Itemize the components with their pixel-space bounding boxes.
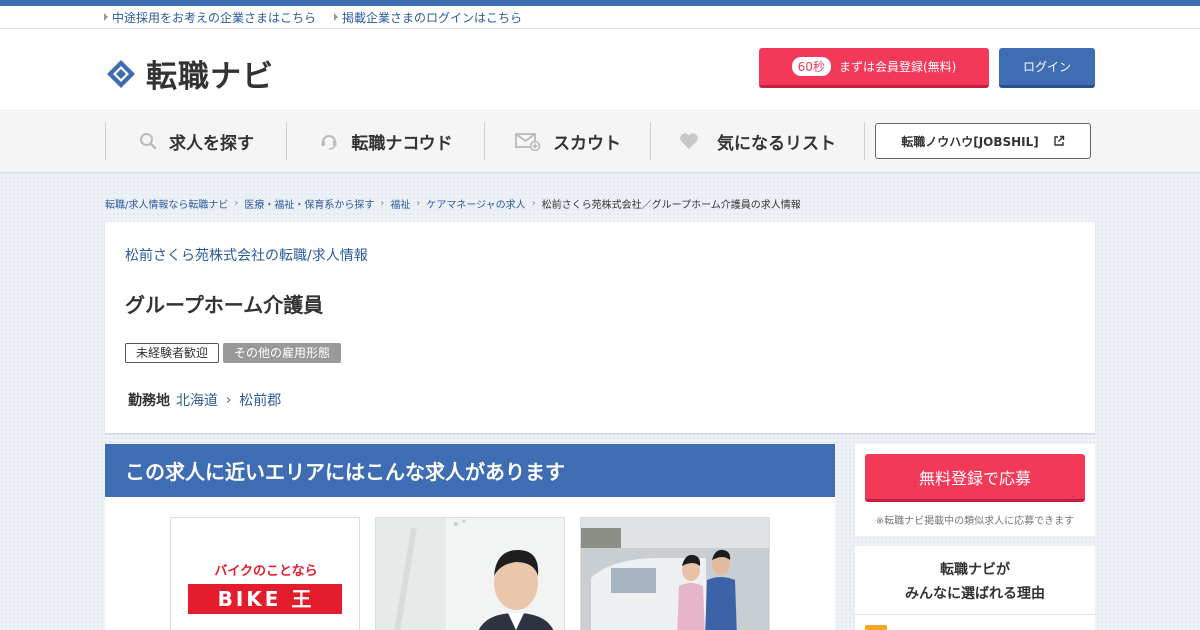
reasons-title: 転職ナビが みんなに選ばれる理由 xyxy=(855,558,1095,606)
site-logo[interactable]: 転職ナビ xyxy=(104,51,274,96)
corporate-recruit-label: 中途採用をお考えの企業さまはこちら xyxy=(112,10,317,25)
thumb1-brand: BIKE 王 xyxy=(218,587,315,611)
nav-favorites-label: 気になるリスト xyxy=(717,133,836,154)
logo-text: 転職ナビ xyxy=(146,59,274,95)
utility-bar: 中途採用をお考えの企業さまはこちら 掲載企業さまのログインはこちら xyxy=(0,6,1200,29)
headset-icon xyxy=(321,135,337,150)
site-header: 転職ナビ 60秒 まずは会員登録(無料) ログイン xyxy=(0,29,1200,109)
nav-scout-label: スカウト xyxy=(553,133,621,154)
login-button[interactable]: ログイン xyxy=(999,48,1095,88)
breadcrumb-item-caremanager[interactable]: ケアマネージャの求人 xyxy=(426,196,525,211)
breadcrumb-item-current: 松前さくら苑株式会社／グループホーム介護員の求人情報 xyxy=(541,200,801,211)
location-city-link[interactable]: 松前郡 xyxy=(239,390,281,410)
corporate-login-label: 掲載企業さまのログインはこちら xyxy=(342,10,523,25)
reasons-divider xyxy=(855,614,1095,615)
corporate-recruit-link[interactable]: 中途採用をお考えの企業さまはこちら xyxy=(104,9,316,26)
tag-employment-type: その他の雇用形態 xyxy=(223,343,342,363)
reasons-title-line2: みんなに選ばれる理由 xyxy=(905,586,1045,602)
job-title: グループホーム介護員 xyxy=(125,293,324,317)
job-summary-card: 松前さくら苑株式会社の転職/求人情報 グループホーム介護員 未経験者歓迎 その他… xyxy=(105,222,1095,433)
jobshil-label: 転職ノウハウ[JOBSHIL] xyxy=(901,134,1039,149)
arrow-right-icon xyxy=(334,13,339,21)
tag-no-experience: 未経験者歓迎 xyxy=(125,343,220,363)
job-tags: 未経験者歓迎 その他の雇用形態 xyxy=(125,343,342,363)
similar-jobs-section: この求人に近いエリアにはこんな求人があります バイクのことなら BIKE 王 xyxy=(105,444,835,630)
apply-note: ※転職ナビ掲載中の類似求人に応募できます xyxy=(875,516,1075,527)
similar-jobs-heading: この求人に近いエリアにはこんな求人があります xyxy=(105,444,835,497)
breadcrumb-separator: › xyxy=(234,198,239,209)
apply-button[interactable]: 無料登録で応募 xyxy=(865,454,1085,502)
nav-divider xyxy=(864,122,865,160)
breadcrumb-separator: › xyxy=(416,198,421,209)
nav-nakoudo-label: 転職ナコウド xyxy=(351,133,453,154)
breadcrumb-item-home[interactable]: 転職/求人情報なら転職ナビ xyxy=(105,196,228,211)
company-link[interactable]: 松前さくら苑株式会社の転職/求人情報 xyxy=(125,245,368,265)
external-link-icon xyxy=(1054,135,1064,146)
apply-panel: 無料登録で応募 ※転職ナビ掲載中の類似求人に応募できます xyxy=(855,444,1095,536)
logo-mark-icon xyxy=(107,59,135,88)
reasons-title-line1: 転職ナビが xyxy=(940,562,1010,578)
mail-plus-icon xyxy=(515,133,541,151)
job-location: 勤務地 北海道 › 松前郡 xyxy=(128,390,281,410)
nav-scout[interactable]: スカウト xyxy=(484,122,651,160)
nav-search-jobs-label: 求人を探す xyxy=(169,133,254,154)
nav-search-jobs[interactable]: 求人を探す xyxy=(105,122,287,160)
breadcrumb: 転職/求人情報なら転職ナビ › 医療・福祉・保育系から探す › 福祉 › ケアマ… xyxy=(105,196,801,211)
chevron-right-icon: › xyxy=(226,392,232,408)
global-nav: 求人を探す 転職ナコウド スカウト 気になるリスト 転職ノウハウ[JOBSHIL… xyxy=(0,109,1200,173)
reason-rank-badge xyxy=(865,625,887,630)
register-button[interactable]: 60秒 まずは会員登録(無料) xyxy=(759,48,989,88)
breadcrumb-item-welfare[interactable]: 福祉 xyxy=(390,196,410,211)
businessman-photo xyxy=(376,518,564,630)
similar-job-thumb-3[interactable] xyxy=(580,517,770,630)
similar-job-thumb-2[interactable] xyxy=(375,517,565,630)
delivery-staff-photo xyxy=(581,518,769,630)
register-label: まずは会員登録(無料) xyxy=(838,60,957,74)
arrow-right-icon xyxy=(104,13,108,21)
similar-job-thumb-1[interactable]: バイクのことなら BIKE 王 xyxy=(170,517,360,630)
location-label: 勤務地 xyxy=(128,393,170,409)
breadcrumb-separator: › xyxy=(531,198,536,209)
nav-nakoudo[interactable]: 転職ナコウド xyxy=(286,122,485,160)
thumb1-caption: バイクのことなら xyxy=(214,564,317,579)
register-time-badge: 60秒 xyxy=(791,57,831,76)
bike-ou-logo: バイクのことなら BIKE 王 xyxy=(171,518,359,630)
search-icon xyxy=(140,133,157,150)
corporate-login-link[interactable]: 掲載企業さまのログインはこちら xyxy=(334,9,522,26)
location-prefecture-link[interactable]: 北海道 xyxy=(176,390,218,410)
breadcrumb-separator: › xyxy=(380,198,385,209)
breadcrumb-item-category[interactable]: 医療・福祉・保育系から探す xyxy=(244,196,374,211)
jobshil-button[interactable]: 転職ノウハウ[JOBSHIL] xyxy=(875,123,1091,159)
nav-favorites[interactable]: 気になるリスト xyxy=(650,122,864,160)
reasons-panel: 転職ナビが みんなに選ばれる理由 xyxy=(855,546,1095,630)
heart-icon xyxy=(680,133,698,149)
